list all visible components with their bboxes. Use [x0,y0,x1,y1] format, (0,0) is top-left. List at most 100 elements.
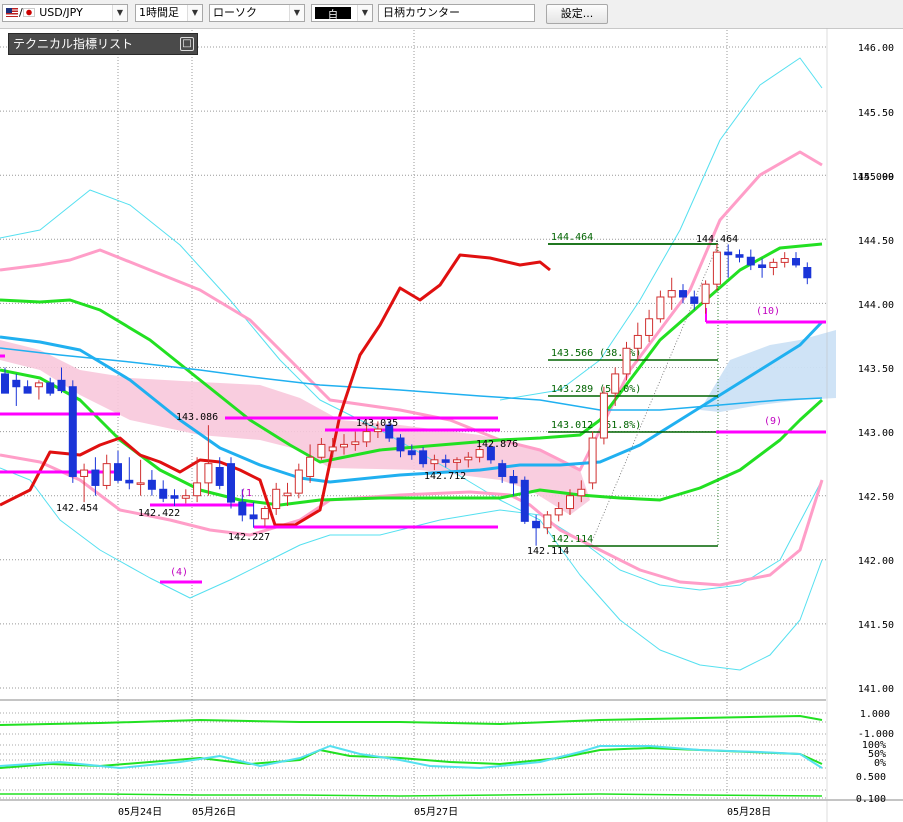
candle-bullish [599,392,608,439]
candle-bearish [12,379,21,388]
candle-bearish [125,479,134,484]
price-axis-label: 142.00 [858,556,894,567]
price-axis-label: 143.50 [858,364,894,375]
day-counter-annotation: (10) [756,306,780,317]
candle-bullish [543,514,552,529]
candle-bearish [227,463,235,503]
candle-bearish [509,475,518,484]
indicator-list-title: テクニカル指標リスト [13,37,134,51]
candle-bullish [283,492,292,497]
price-axis-label: 141.50 [858,620,894,631]
candle-bearish [114,463,122,481]
price-axis-label: 144.00 [858,300,894,311]
candle-bullish [611,373,620,394]
ichimoku-cloud-bullish [700,330,836,412]
candle-bullish [294,469,303,494]
candle-bearish [91,469,100,486]
candle-bearish [746,256,755,266]
candle-bullish [351,441,360,445]
date-axis-label: 05月27日 [414,806,458,818]
price-annotation: 143.035 [356,418,398,429]
candle-bullish [317,443,326,458]
candle-bullish [566,495,574,510]
candle-bearish [407,450,416,456]
candle-bullish [464,456,473,461]
candle-bearish [792,258,800,266]
candle-bearish [735,254,744,258]
candle-bullish [701,283,710,304]
candle-bullish [362,431,371,443]
candle-bullish [475,449,484,458]
candle-bearish [170,495,179,499]
candle-bearish [249,514,258,520]
candle-bullish [667,290,676,298]
candle-bullish [272,488,281,510]
candle-bearish [68,386,77,477]
price-annotation: 142.454 [56,503,98,514]
candle-bullish [306,456,315,477]
oscillator-axis-label: 0.100 [856,794,886,805]
price-axis-label: 145.00 [858,172,894,183]
price-annotation: 142.712 [424,471,466,482]
candle-bearish [215,466,224,486]
candle-bullish [633,334,642,349]
candle-bullish [34,382,43,388]
price-axis-label: 141.00 [858,684,894,695]
price-axis-label: 146.00 [858,43,894,54]
date-axis-label: 05月24日 [118,806,162,818]
candle-bearish [532,520,541,529]
collapse-toggle-icon[interactable]: □ [180,37,194,51]
day-counter-annotation: (1 [240,488,252,499]
candle-bearish [396,437,405,452]
oscillator-axis-label: 1.000 [860,709,890,720]
candle-bullish [577,488,586,497]
candle-bearish [419,450,428,465]
candle-bearish [679,290,687,298]
price-axis-label: 145.50 [858,108,894,119]
price-axis-label: 142.50 [858,492,894,503]
candle-bullish [102,463,111,486]
day-counter-annotation: (9) [764,416,782,427]
price-annotation: 143.086 [176,412,218,423]
candle-bearish [23,386,32,394]
day-counter-annotation: (4) [170,567,188,578]
candle-bullish [260,508,269,520]
candle-bullish [373,428,382,433]
oscillator-axis-label: -1.000 [858,729,894,740]
fibonacci-level-label: 143.289 (50.0%) [551,384,641,395]
candle-bullish [136,482,145,485]
price-annotation: 142.227 [228,532,270,543]
candle-bearish [803,267,812,279]
candle-bearish [238,501,247,516]
fibonacci-level-label: 142.114 [551,534,593,545]
candle-bearish [159,488,168,499]
candle-bullish [80,469,89,477]
candle-bullish [645,318,654,336]
candle-bullish [193,482,202,497]
candle-bearish [498,463,507,477]
oscillator-axis-label: 0.500 [856,772,886,783]
indicator-list-panel[interactable]: テクニカル指標リスト □ [8,33,198,55]
candle-bullish [204,463,213,484]
oscillator-axis-label: 0% [874,758,886,769]
price-axis-label: 143.00 [858,428,894,439]
price-chart[interactable]: 146.00145.50145.099145.00144.50144.00143… [0,0,903,822]
candle-bullish [430,459,439,465]
candle-bullish [622,347,631,375]
candle-bullish [656,296,665,320]
candle-bearish [147,479,156,490]
oscillator-line [0,715,823,726]
candle-bullish [588,437,597,484]
candle-bearish [441,459,450,463]
candle-bullish [769,261,778,269]
candle-bearish [520,479,529,522]
price-axis-label: 144.50 [858,236,894,247]
bollinger-upper-inner [0,150,823,472]
fibonacci-level-label: 143.012 (61.8%) [551,420,641,431]
candle-bullish [712,251,721,285]
candle-bullish [554,508,563,516]
candle-bullish [780,258,789,263]
candle-bearish [1,373,9,394]
candle-bearish [46,382,55,394]
date-axis-label: 05月26日 [192,806,236,818]
